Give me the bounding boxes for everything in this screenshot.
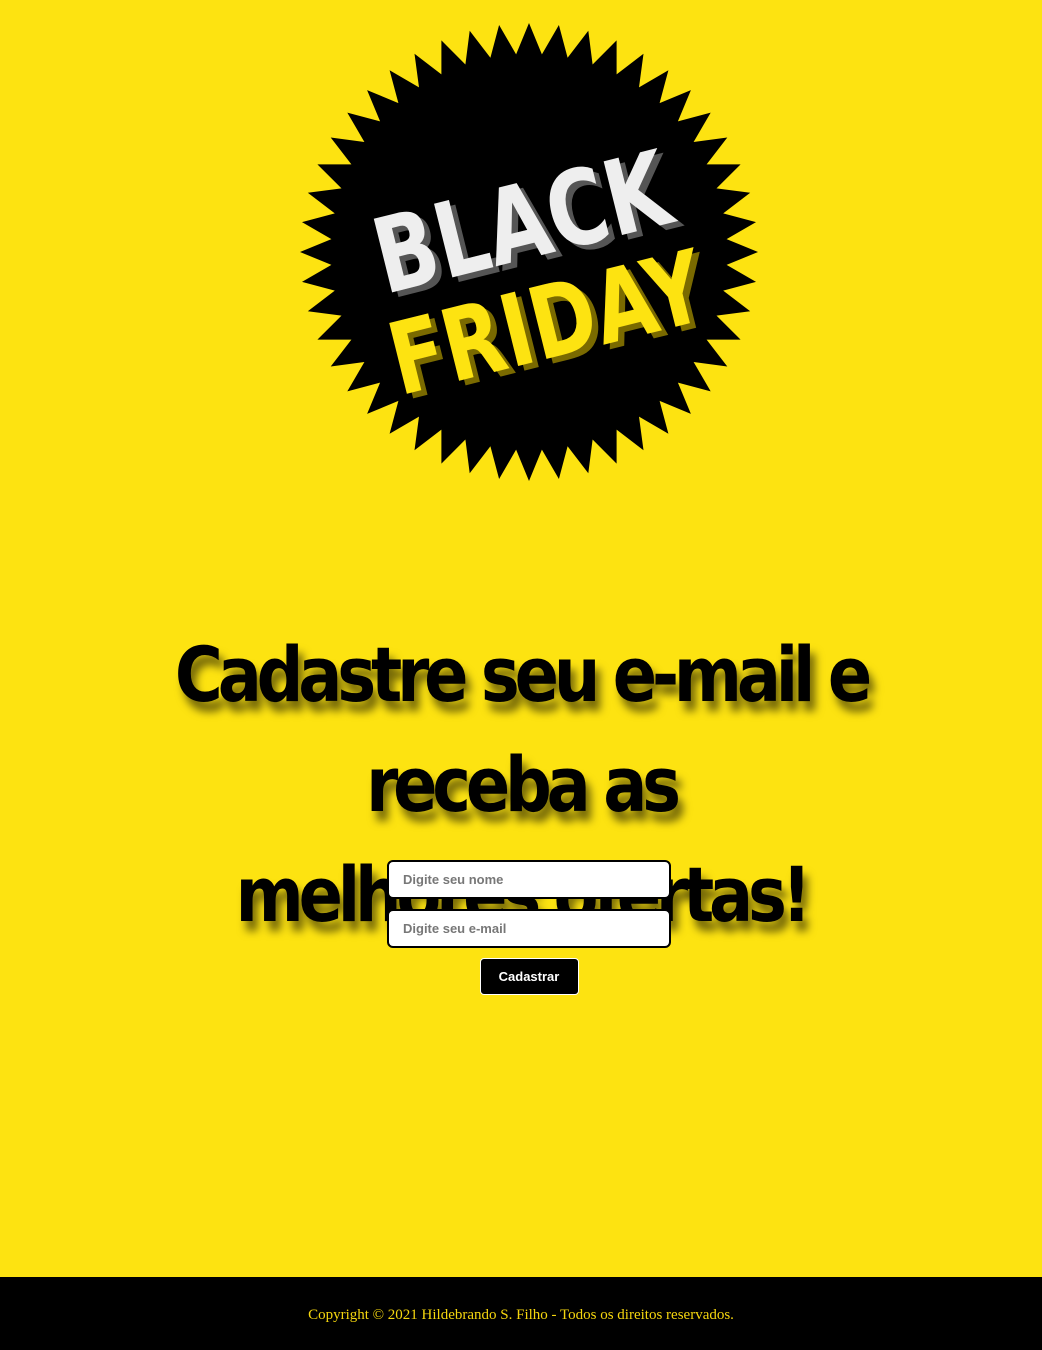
submit-button[interactable]: Cadastrar [479,958,579,995]
footer: Copyright © 2021 Hildebrando S. Filho - … [0,1277,1042,1350]
starburst-badge-icon: BLACK BLACK FRIDAY FRIDAY [300,23,758,481]
signup-form: Cadastrar [387,860,671,995]
email-input[interactable] [387,909,671,948]
black-friday-logo: BLACK BLACK FRIDAY FRIDAY [300,22,758,482]
page: BLACK BLACK FRIDAY FRIDAY Cadastre seu e… [0,0,1042,1277]
headline-line1: Cadastre seu e-mail e receba as [174,630,872,829]
copyright-text: Copyright © 2021 Hildebrando S. Filho - … [308,1307,734,1323]
name-input[interactable] [387,860,671,899]
